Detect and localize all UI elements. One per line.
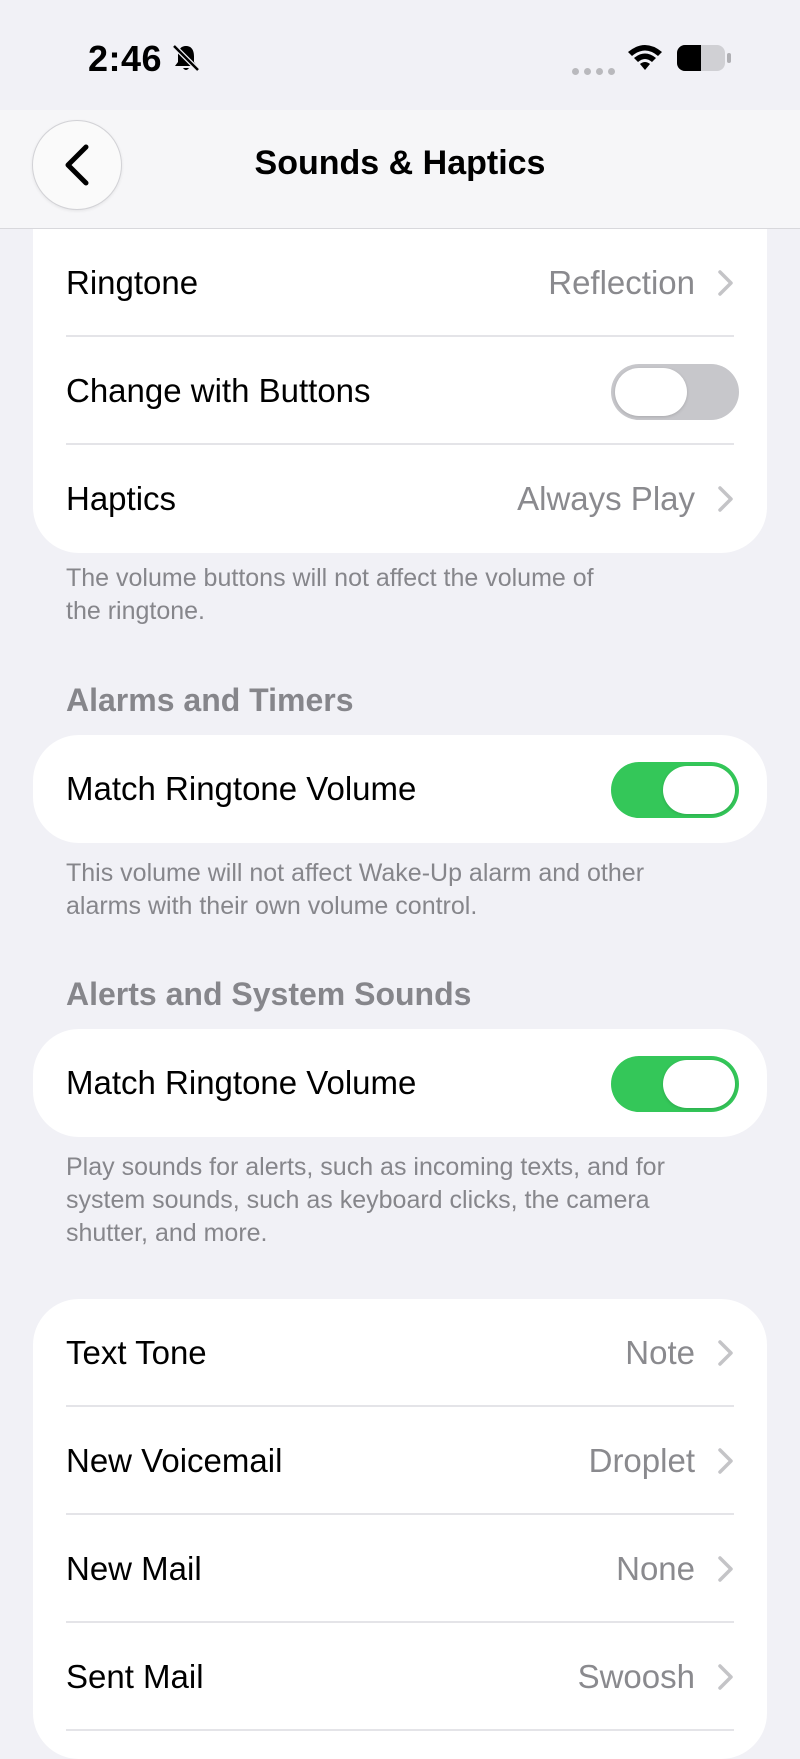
bell-slash-icon [172, 44, 200, 72]
alarms-match-row: Match Ringtone Volume [33, 735, 767, 843]
tones-group: Text Tone Note New Voicemail Droplet New… [33, 1299, 767, 1759]
tone-value: None [616, 1550, 695, 1587]
tone-label: New Mail [66, 1550, 202, 1587]
tone-label: Sent Mail [66, 1658, 204, 1695]
ringtone-value: Reflection [548, 264, 695, 301]
change-with-buttons-toggle[interactable] [611, 364, 739, 420]
alarms-match-label: Match Ringtone Volume [66, 770, 417, 807]
new-voicemail-row[interactable]: New Voicemail Droplet [33, 1407, 767, 1515]
ringer-group: Ringtone Reflection Change with Buttons … [33, 229, 767, 553]
battery-icon [677, 45, 731, 71]
page-title: Sounds & Haptics [254, 144, 546, 182]
tone-label: New Voicemail [66, 1442, 283, 1479]
haptics-label: Haptics [66, 480, 177, 517]
alerts-match-toggle[interactable] [611, 1056, 739, 1112]
alerts-section-header: Alerts and System Sounds [66, 976, 472, 1012]
haptics-row[interactable]: Haptics Always Play [33, 445, 767, 553]
chevron-right-icon [718, 1664, 733, 1690]
cellular-signal-icon [572, 62, 620, 80]
chevron-right-icon [718, 486, 733, 512]
text-tone-row[interactable]: Text Tone Note [33, 1299, 767, 1407]
change-with-buttons-label: Change with Buttons [66, 372, 371, 409]
ringtone-row[interactable]: Ringtone Reflection [33, 229, 767, 337]
chevron-right-icon [718, 270, 733, 296]
ringer-footnote: The volume buttons will not affect the v… [66, 564, 594, 625]
change-with-buttons-row: Change with Buttons [33, 337, 767, 445]
tone-label: Text Tone [66, 1334, 207, 1371]
haptics-value: Always Play [517, 480, 695, 517]
status-bar: 2:46 [0, 0, 800, 110]
alarms-match-toggle[interactable] [611, 762, 739, 818]
new-mail-row[interactable]: New Mail None [33, 1515, 767, 1623]
chevron-right-icon [718, 1448, 733, 1474]
status-time: 2:46 [88, 38, 163, 79]
alarms-section-header: Alarms and Timers [66, 682, 354, 718]
navigation-bar: Sounds & Haptics [0, 110, 800, 229]
tone-value: Swoosh [577, 1658, 695, 1695]
alerts-match-row: Match Ringtone Volume [33, 1029, 767, 1137]
alerts-group: Match Ringtone Volume [33, 1029, 767, 1137]
chevron-right-icon [718, 1556, 733, 1582]
sent-mail-row[interactable]: Sent Mail Swoosh [33, 1623, 767, 1731]
alerts-footnote: Play sounds for alerts, such as incoming… [66, 1153, 665, 1247]
ringtone-label: Ringtone [66, 264, 199, 301]
wifi-icon [628, 45, 662, 70]
tone-value: Droplet [588, 1442, 695, 1479]
alarms-footnote: This volume will not affect Wake-Up alar… [66, 859, 645, 920]
tone-value: Note [625, 1334, 695, 1371]
alarms-group: Match Ringtone Volume [33, 735, 767, 843]
alerts-match-label: Match Ringtone Volume [66, 1064, 417, 1101]
chevron-right-icon [718, 1340, 733, 1366]
